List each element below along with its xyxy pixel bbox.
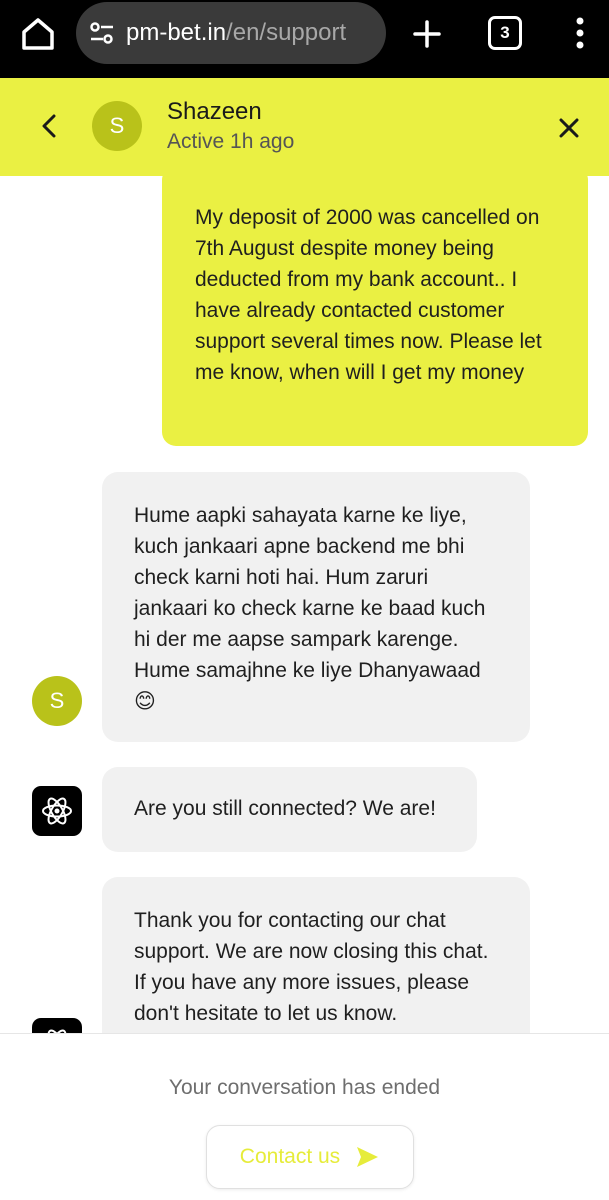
new-tab-icon[interactable] [407,14,447,54]
agent-message-avatar: S [32,676,82,726]
agent-status: Active 1h ago [167,130,295,153]
back-arrow-icon[interactable] [34,110,66,142]
bot-avatar-icon [32,786,82,836]
message-list[interactable]: My deposit of 2000 was cancelled on 7th … [0,176,609,1033]
chat-footer: Your conversation has ended Contact us [0,1033,609,1200]
url-text: pm-bet.in/en/support [126,19,346,47]
contact-us-button[interactable]: Contact us [206,1125,414,1189]
url-path: /en/support [226,19,347,46]
browser-toolbar: pm-bet.in/en/support 3 [0,0,609,78]
site-settings-icon[interactable] [88,19,116,47]
send-arrow-icon [354,1144,380,1170]
url-host: pm-bet.in [126,19,227,46]
conversation-ended-text: Your conversation has ended [168,1076,441,1099]
contact-us-label: Contact us [239,1145,341,1168]
agent-avatar-initial: S [109,113,125,138]
agent-message: Hume aapki sahayata karne ke liye, kuch … [102,472,530,742]
bot-avatar-icon [32,1018,82,1033]
bot-message: Thank you for contacting our chat suppor… [102,877,530,1033]
home-icon[interactable] [18,14,58,54]
bot-message: Are you still connected? We are! [102,767,477,852]
tab-count: 3 [500,23,510,42]
user-message: My deposit of 2000 was cancelled on 7th … [162,176,588,446]
close-icon[interactable] [553,112,585,144]
address-bar[interactable]: pm-bet.in/en/support [76,2,386,64]
agent-name: Shazeen [167,98,262,125]
overflow-menu-icon[interactable] [566,12,594,56]
chat-header: S Shazeen Active 1h ago [0,78,609,176]
tab-switcher-button[interactable]: 3 [488,16,522,50]
agent-avatar: S [92,101,142,151]
agent-message-avatar-initial: S [49,688,65,713]
